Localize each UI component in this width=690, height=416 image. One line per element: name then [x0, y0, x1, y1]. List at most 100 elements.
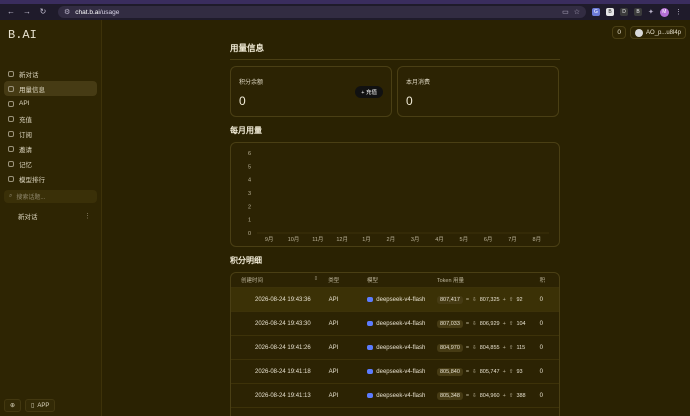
sidebar-item-new-chat[interactable]: 新对话: [4, 66, 97, 81]
summary-cards: 积分余额 0 + 充值 本月消费 0: [230, 66, 560, 117]
recharge-button[interactable]: + 充值: [355, 86, 383, 98]
more-options-icon[interactable]: ⋮: [84, 212, 91, 220]
credit-badge[interactable]: 0: [612, 26, 626, 39]
phone-icon: ▯: [31, 403, 35, 409]
token-total: 807,033: [437, 319, 463, 328]
sidebar-item-label: 邀请: [19, 146, 32, 154]
browser-menu-icon[interactable]: ⋮: [675, 8, 682, 16]
back-icon[interactable]: ←: [6, 7, 16, 17]
x-tick-label: 4月: [435, 236, 444, 243]
model-name: deepseek-v4-flash: [376, 320, 426, 327]
cast-icon[interactable]: ▭: [562, 8, 569, 16]
sort-icon[interactable]: ⇕: [314, 276, 319, 284]
token-output: 92: [516, 296, 523, 303]
monthly-usage-title: 每月用量: [230, 126, 262, 135]
input-tokens-icon: ⇩: [472, 392, 477, 399]
table-row[interactable]: 2026-08-24 19:43:36 API deepseek-v4-flash 8…: [231, 288, 559, 312]
sidebar-item-usage[interactable]: 用量信息: [4, 81, 97, 96]
sidebar-item-label: 充值: [19, 116, 32, 124]
usage-page: 用量信息 积分余额 0 + 充值 本月消费 0 每月用量 0 1 2 3 4 5 6 9月 10…: [230, 42, 560, 416]
sidebar-item-memory[interactable]: 记忆: [4, 156, 97, 171]
app-download-button[interactable]: ▯ APP: [25, 399, 56, 412]
cell-credits: 0: [539, 368, 543, 375]
model-name: deepseek-v4-flash: [376, 344, 426, 351]
extension-icon[interactable]: B: [634, 8, 642, 16]
sidebar-item-label: API: [19, 100, 30, 107]
cell-time: 2026-08-24 19:43:30: [255, 320, 311, 327]
forward-icon[interactable]: →: [22, 7, 32, 17]
cell-time: 2026-08-24 19:41:18: [255, 368, 311, 375]
token-total: 805,840: [437, 367, 463, 376]
sidebar-item-subscription[interactable]: 订阅: [4, 126, 97, 141]
history-item-label: 新对话: [18, 214, 38, 221]
cell-time: 2026-08-24 19:41:26: [255, 344, 311, 351]
sidebar-item-model-ranking[interactable]: 模型排行: [4, 171, 97, 186]
x-tick-label: 10月: [288, 236, 300, 243]
token-output: 115: [516, 344, 526, 351]
y-tick-label: 2: [248, 204, 251, 210]
output-tokens-icon: ⇧: [508, 368, 514, 375]
table-row[interactable]: 2026-08-24 19:41:26 API deepseek-v4-flash 8…: [231, 336, 559, 360]
x-tick-label: 3月: [411, 236, 420, 243]
col-type: 类型: [328, 278, 340, 284]
equals-sign: =: [465, 320, 470, 327]
cell-token-usage: 805,840 = ⇩ 805,747 + ⇧ 93: [437, 367, 540, 376]
topic-search-input[interactable]: ⌕ 搜索话题...: [4, 190, 97, 203]
sidebar-item-label: 订阅: [19, 131, 32, 139]
subscription-icon: [8, 130, 14, 137]
col-created-time[interactable]: 创建时间 ⇕: [241, 276, 328, 284]
token-input: 804,960: [479, 392, 500, 399]
cell-credits: 0: [539, 344, 543, 351]
reload-icon[interactable]: ↻: [38, 7, 48, 17]
y-tick-label: 4: [248, 178, 251, 184]
address-bar[interactable]: ⚙ chat.b.ai/usage ▭ ☆: [58, 6, 586, 18]
cell-type: API: [328, 320, 339, 327]
puzzle-extensions-icon[interactable]: ✦: [648, 8, 654, 16]
y-tick-label: 1: [248, 218, 251, 224]
cell-token-usage: 807,033 = ⇩ 806,929 + ⇧ 104: [437, 319, 540, 328]
globe-icon: ⊕: [10, 403, 16, 409]
site-info-icon[interactable]: ⚙: [64, 8, 70, 16]
chart-svg: 0 1 2 3 4 5 6 9月 10月 11月 12月 1月 2月 3月 4月 5月 6月 7月 8月: [248, 151, 549, 243]
token-input: 807,325: [479, 296, 500, 303]
cell-token-usage: 805,348 = ⇩ 804,960 + ⇧ 388: [437, 391, 540, 400]
history-item[interactable]: 新对话 ⋮: [4, 209, 97, 223]
cell-model: deepseek-v4-flash: [367, 369, 437, 375]
user-menu[interactable]: AO_p...u8l4p: [629, 26, 686, 39]
y-tick-label: 0: [248, 231, 251, 237]
x-tick-label: 8月: [533, 236, 542, 243]
sidebar-item-api[interactable]: API: [4, 96, 97, 111]
app-label: APP: [37, 402, 50, 409]
input-tokens-icon: ⇩: [472, 296, 477, 303]
profile-avatar[interactable]: M: [659, 7, 669, 17]
table-row[interactable]: 2026-08-24 19:41:13 API deepseek-v4-flash 8…: [231, 384, 559, 408]
usage-icon: [8, 85, 14, 92]
equals-sign: =: [465, 296, 470, 303]
wallet-icon: [8, 115, 14, 122]
main-content: 0 AO_p...u8l4p 用量信息 积分余额 0 + 充值 本月消费 0 每…: [102, 20, 690, 416]
language-button[interactable]: ⊕: [4, 399, 22, 412]
ranking-icon: [8, 175, 14, 182]
browser-toolbar: ← → ↻ ⚙ chat.b.ai/usage ▭ ☆ G B D B ✦ M …: [0, 4, 690, 20]
sidebar-item-recharge[interactable]: 充值: [4, 111, 97, 126]
extension-icon[interactable]: B: [606, 8, 614, 16]
translate-extension-icon[interactable]: G: [592, 8, 600, 16]
sidebar-item-label: 记忆: [19, 161, 32, 169]
y-tick-label: 6: [248, 151, 251, 157]
plus-sign: +: [502, 344, 506, 351]
sidebar-item-invite[interactable]: 邀请: [4, 141, 97, 156]
logo: B.AI: [8, 28, 37, 42]
table-row[interactable]: 2026-08-24 19:41:18 API deepseek-v4-flash 8…: [231, 360, 559, 384]
table-body: 2026-08-24 19:43:36 API deepseek-v4-flash 8…: [231, 288, 559, 408]
token-total: 804,970: [437, 343, 463, 352]
x-tick-label: 12月: [336, 236, 348, 243]
app-root: B.AI 新对话 用量信息 API 充值 订阅 邀请 记忆 模型排行 ⌕ 搜索话…: [0, 20, 690, 416]
bookmark-star-icon[interactable]: ☆: [574, 8, 580, 16]
search-icon: ⌕: [9, 193, 13, 199]
extension-icon[interactable]: D: [620, 8, 628, 16]
sidebar-nav: 新对话 用量信息 API 充值 订阅 邀请 记忆 模型排行: [4, 66, 97, 186]
month-spend-label: 本月消费: [406, 80, 431, 86]
cell-type: API: [328, 392, 339, 399]
table-row[interactable]: 2026-08-24 19:43:30 API deepseek-v4-flash 8…: [231, 312, 559, 336]
cell-model: deepseek-v4-flash: [367, 345, 437, 351]
